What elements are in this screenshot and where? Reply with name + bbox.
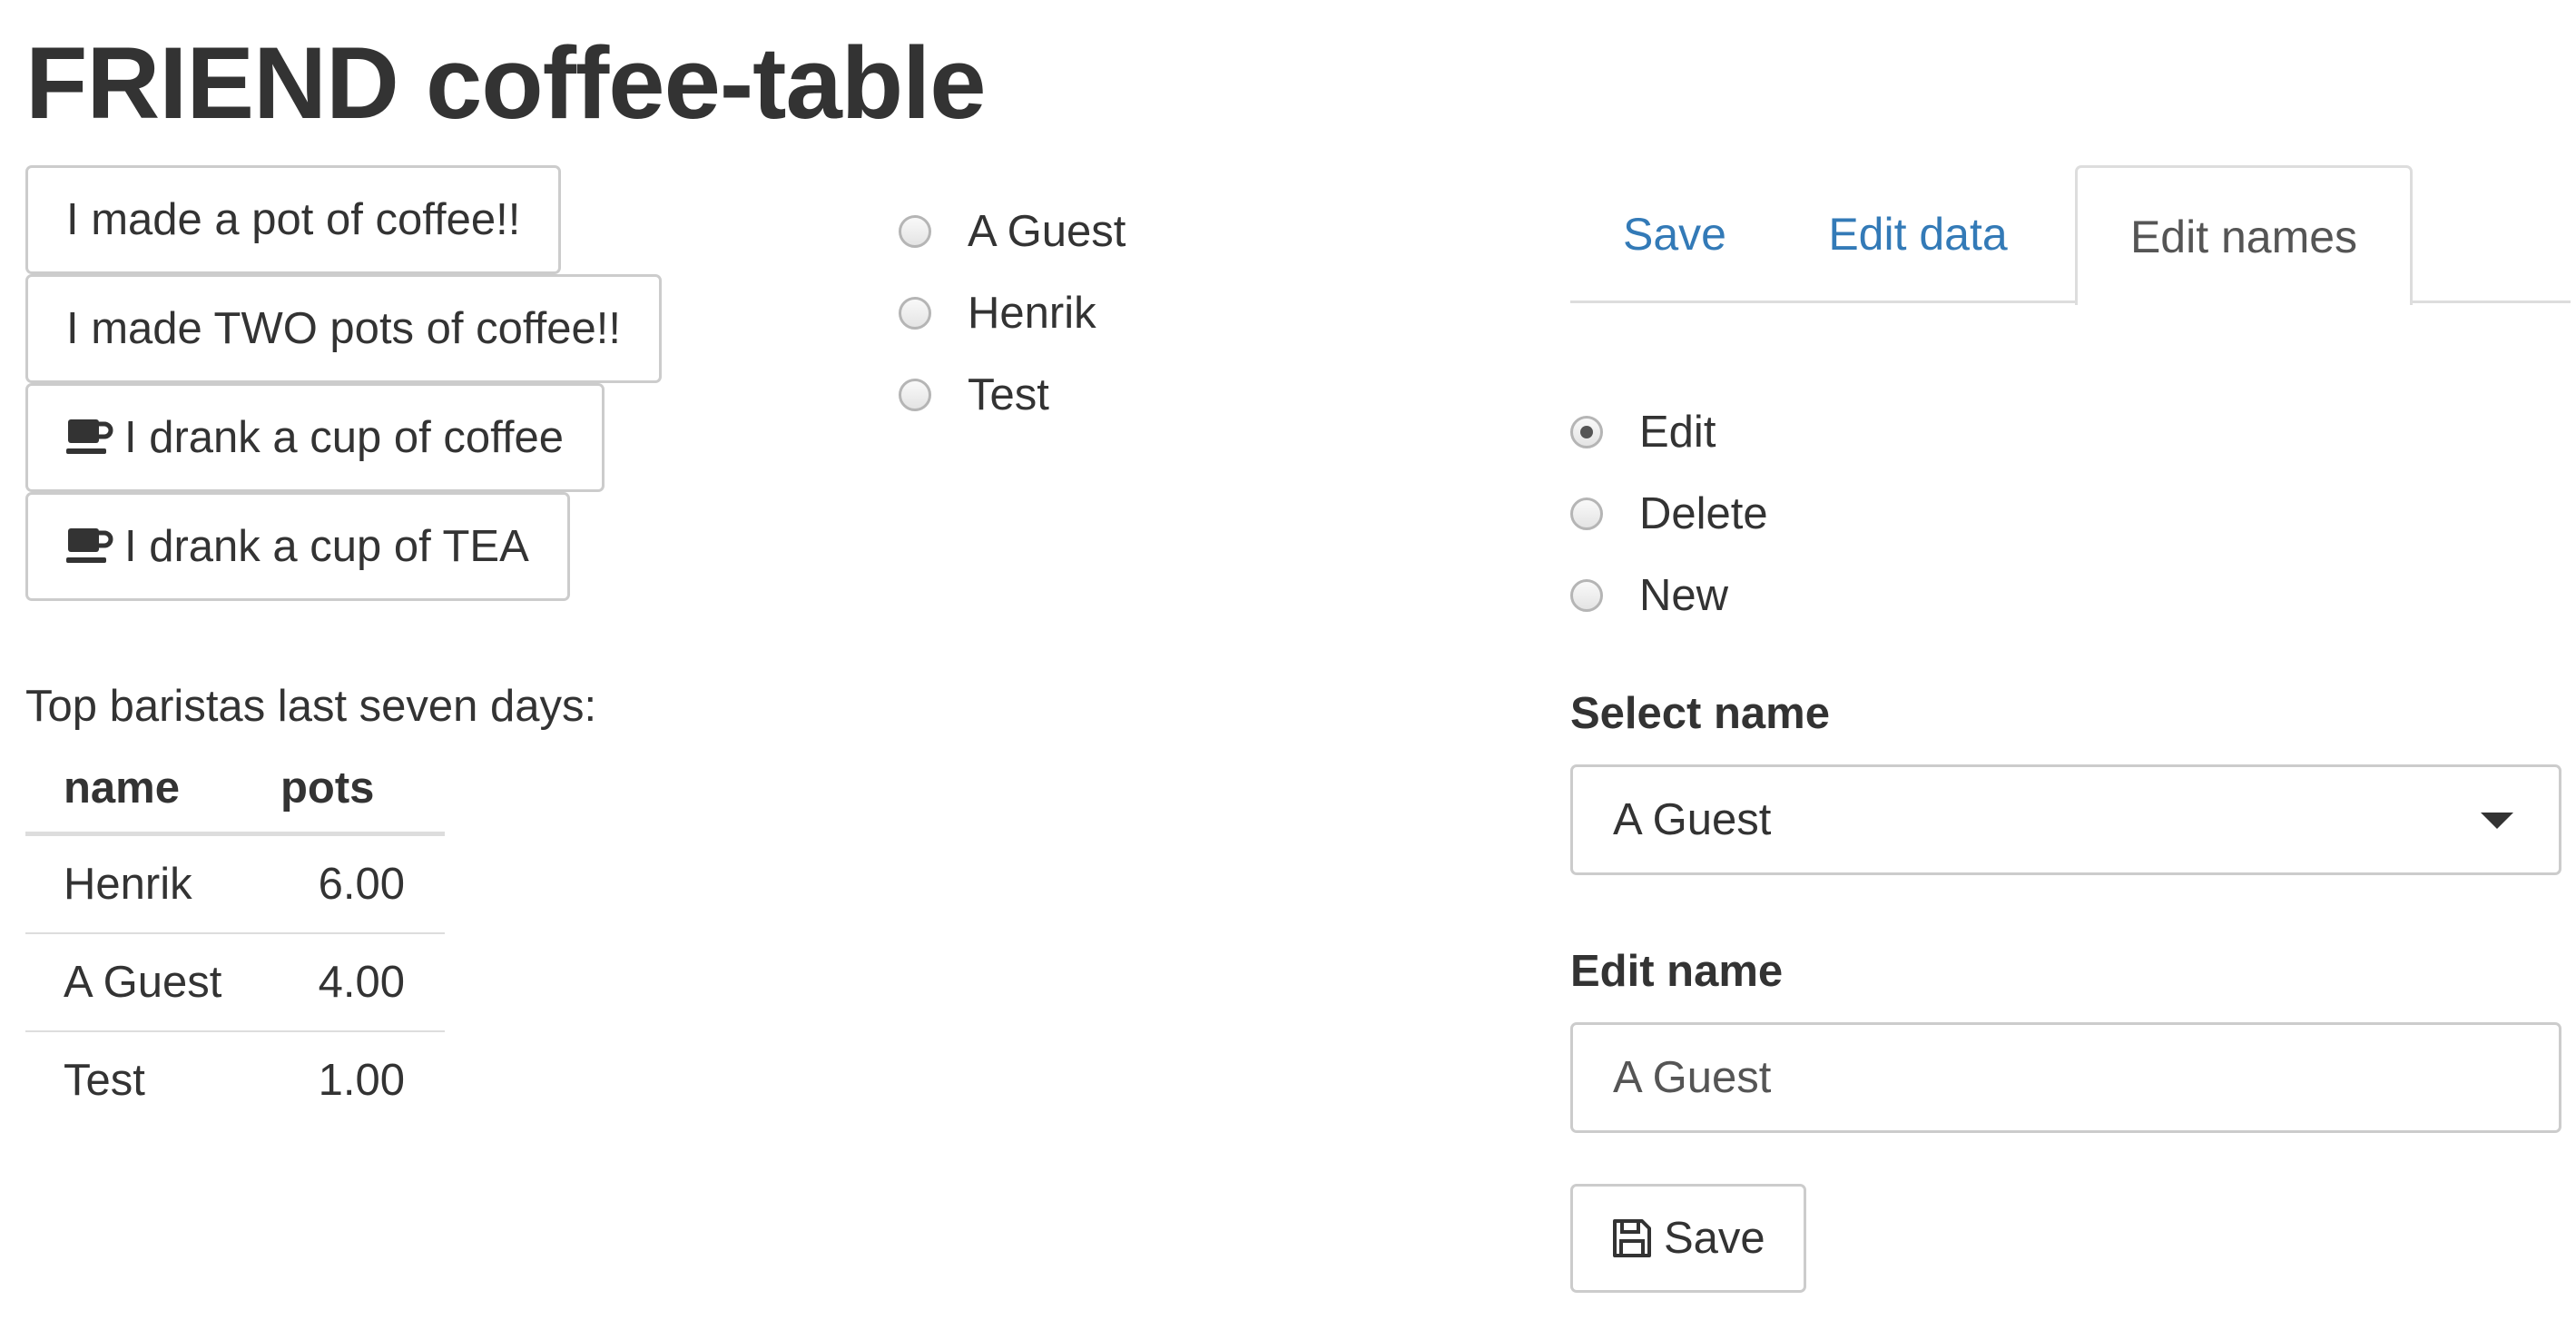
person-option-test[interactable]: Test <box>899 368 1049 422</box>
person-option-a-guest[interactable]: A Guest <box>899 204 1126 259</box>
table-row: Test 1.00 <box>25 1031 445 1128</box>
radio-button[interactable] <box>899 297 931 330</box>
barista-name: Test <box>64 1056 145 1105</box>
made-pot-label: I made a pot of coffee!! <box>66 195 521 244</box>
table-row: Henrik 6.00 <box>25 833 445 934</box>
app-root: FRIEND coffee-table I made a pot of coff… <box>0 0 2576 1320</box>
person-option-henrik[interactable]: Henrik <box>899 286 1096 340</box>
coffee-cup-icon <box>66 527 113 566</box>
tab-edit-names[interactable]: Edit names <box>2075 165 2413 305</box>
save-name-label: Save <box>1664 1214 1765 1263</box>
mode-option-label: New <box>1639 571 1729 620</box>
tab-edit-data-label: Edit data <box>1828 209 2008 260</box>
coffee-cup-icon <box>66 418 113 458</box>
radio-button-checked[interactable] <box>1570 416 1603 448</box>
mode-option-label: Delete <box>1639 489 1768 538</box>
baristas-table: name pots Henrik 6.00 A Guest 4.00 Test … <box>25 744 445 1128</box>
edit-name-input[interactable] <box>1570 1022 2561 1133</box>
tab-edit-data[interactable]: Edit data <box>1785 165 2051 303</box>
drank-tea-label: I drank a cup of TEA <box>124 522 529 571</box>
select-name-value: A Guest <box>1613 795 1772 844</box>
drank-coffee-button[interactable]: I drank a cup of coffee <box>25 383 605 492</box>
table-header-row: name pots <box>25 744 445 836</box>
tab-save[interactable]: Save <box>1570 165 1779 303</box>
column-header-name: name <box>25 744 280 836</box>
person-option-label: A Guest <box>968 207 1126 256</box>
barista-pots: 4.00 <box>280 933 445 1032</box>
mode-option-edit[interactable]: Edit <box>1570 405 1716 459</box>
baristas-heading: Top baristas last seven days: <box>25 682 597 731</box>
column-header-pots: pots <box>280 744 445 836</box>
barista-pots: 6.00 <box>280 833 445 934</box>
edit-name-label: Edit name <box>1570 947 1784 996</box>
tab-edit-names-label: Edit names <box>2129 211 2358 262</box>
drank-coffee-label: I drank a cup of coffee <box>124 413 564 462</box>
select-name-dropdown[interactable]: A Guest <box>1570 764 2561 875</box>
made-two-pots-label: I made TWO pots of coffee!! <box>66 304 621 353</box>
tab-save-label: Save <box>1623 209 1726 260</box>
barista-name: Henrik <box>25 833 280 934</box>
barista-pots: 1.00 <box>318 1056 405 1105</box>
table-row: A Guest 4.00 <box>25 933 445 1032</box>
floppy-disk-icon <box>1611 1217 1653 1259</box>
mode-option-label: Edit <box>1639 408 1716 457</box>
radio-button[interactable] <box>899 379 931 411</box>
select-name-label: Select name <box>1570 689 1830 738</box>
save-name-button[interactable]: Save <box>1570 1184 1806 1293</box>
page-title: FRIEND coffee-table <box>25 26 987 140</box>
radio-button[interactable] <box>1570 497 1603 530</box>
person-option-label: Henrik <box>968 289 1096 338</box>
mode-option-delete[interactable]: Delete <box>1570 487 1768 541</box>
drank-tea-button[interactable]: I drank a cup of TEA <box>25 492 570 601</box>
person-option-label: Test <box>968 370 1049 419</box>
chevron-down-icon <box>2481 813 2513 829</box>
barista-name: A Guest <box>25 933 280 1032</box>
radio-button[interactable] <box>1570 579 1603 612</box>
radio-button[interactable] <box>899 215 931 248</box>
mode-option-new[interactable]: New <box>1570 568 1728 623</box>
made-two-pots-button[interactable]: I made TWO pots of coffee!! <box>25 274 662 383</box>
made-pot-button[interactable]: I made a pot of coffee!! <box>25 165 562 274</box>
